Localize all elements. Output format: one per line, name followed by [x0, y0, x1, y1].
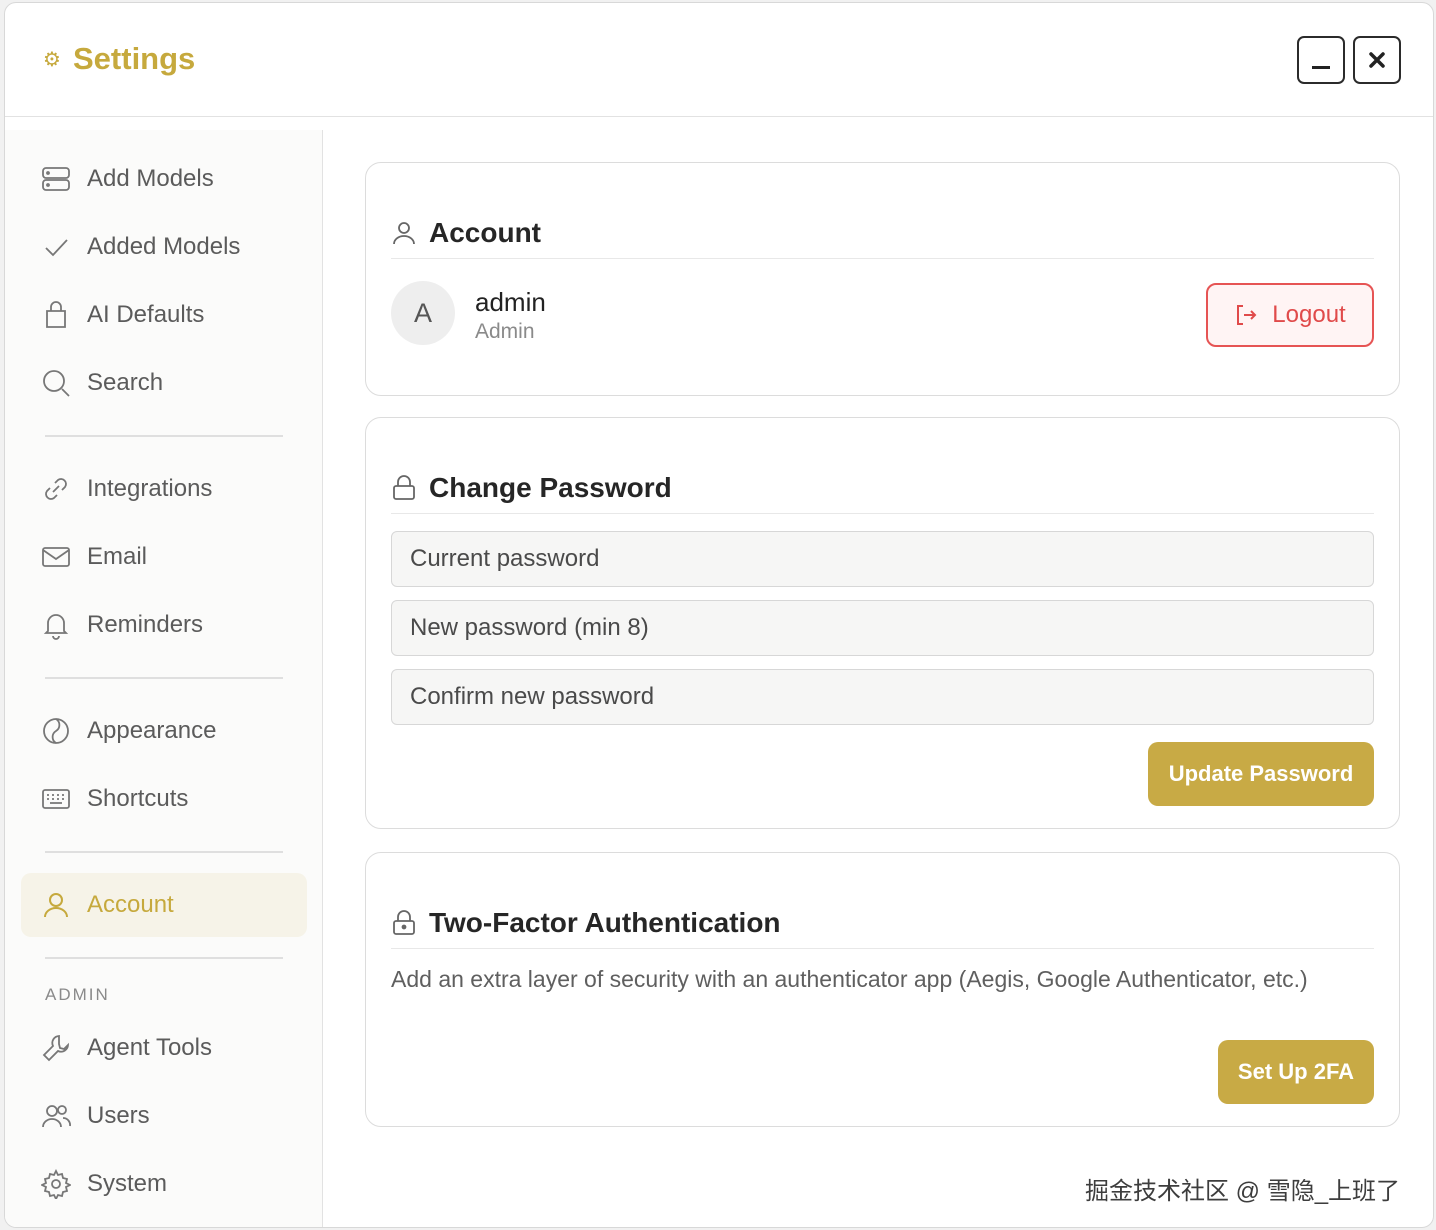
current-password-input[interactable] [391, 531, 1374, 587]
admin-section-label: ADMIN [45, 985, 110, 1004]
sidebar-item-label: Email [87, 543, 148, 570]
sidebar-item-label: Users [87, 1102, 150, 1129]
sidebar-item-system[interactable]: System [21, 1152, 307, 1216]
sidebar-item-added-models[interactable]: Added Models [21, 215, 307, 279]
two-factor-title: Two-Factor Authentication [429, 906, 781, 938]
change-password-card: Change Password Update Password [365, 417, 1400, 829]
users-icon [42, 1105, 71, 1128]
sidebar-divider [45, 851, 283, 853]
gear-icon: ⚙ [43, 48, 61, 71]
logout-label: Logout [1272, 301, 1346, 328]
sidebar-item-label: AI Defaults [87, 301, 205, 328]
new-password-input[interactable] [391, 600, 1374, 656]
logout-button[interactable]: Logout [1206, 283, 1374, 347]
sidebar-item-label: Integrations [87, 475, 213, 502]
bag-icon [46, 301, 66, 328]
window-header: ⚙ Settings [5, 3, 1433, 117]
wrench-icon [42, 1035, 70, 1062]
gear-icon [41, 1169, 71, 1199]
sidebar-item-reminders[interactable]: Reminders [21, 593, 307, 657]
settings-window: ⚙ Settings Add Models Added Models AI De… [4, 2, 1434, 1228]
change-password-header: Change Password [391, 462, 1374, 514]
sidebar-item-add-models[interactable]: Add Models [21, 147, 307, 211]
username: admin [475, 287, 546, 317]
user-icon [44, 893, 68, 918]
sidebar-item-agent-tools[interactable]: Agent Tools [21, 1016, 307, 1080]
confirm-password-input[interactable] [391, 669, 1374, 725]
sidebar-item-shortcuts[interactable]: Shortcuts [21, 767, 307, 831]
bell-icon [43, 614, 69, 640]
search-icon [43, 370, 70, 397]
server-icon [42, 167, 70, 191]
sidebar: Add Models Added Models AI Defaults Sear… [5, 130, 323, 1227]
sidebar-item-label: Account [87, 891, 174, 918]
window-title: ⚙ Settings [41, 41, 195, 77]
sidebar-item-users[interactable]: Users [21, 1084, 307, 1148]
change-password-title: Change Password [429, 471, 672, 503]
sidebar-divider [45, 957, 283, 959]
mail-icon [42, 547, 70, 567]
account-card-header: Account [391, 207, 1374, 259]
keyboard-icon [42, 789, 70, 809]
sidebar-item-label: Search [87, 369, 164, 396]
sidebar-divider [45, 435, 283, 437]
window-title-text: Settings [73, 41, 196, 76]
sidebar-divider [45, 677, 283, 679]
sidebar-item-label: Add Models [87, 165, 214, 192]
lock-icon [393, 474, 415, 500]
palette-icon [43, 718, 69, 744]
lock-icon [393, 909, 415, 935]
account-card: Account A admin Admin Logout [365, 162, 1400, 396]
sidebar-item-label: Reminders [87, 611, 204, 638]
logout-icon [1237, 305, 1257, 325]
two-factor-description: Add an extra layer of security with an a… [391, 966, 1308, 992]
sidebar-item-label: Added Models [87, 233, 241, 260]
setup-2fa-button[interactable]: Set Up 2FA [1218, 1040, 1374, 1104]
check-icon [45, 239, 68, 257]
watermark: 掘金技术社区 @ 雪隐_上班了 [1085, 1178, 1401, 1205]
close-button[interactable] [1353, 36, 1401, 84]
sidebar-item-integrations[interactable]: Integrations [21, 457, 307, 521]
sidebar-item-appearance[interactable]: Appearance [21, 699, 307, 763]
two-factor-card: Two-Factor Authentication Add an extra l… [365, 852, 1400, 1127]
sidebar-item-label: Agent Tools [87, 1034, 212, 1061]
user-icon [393, 221, 415, 244]
avatar: A [391, 281, 455, 345]
sidebar-item-ai-defaults[interactable]: AI Defaults [21, 283, 307, 347]
sidebar-item-label: Shortcuts [87, 785, 189, 812]
sidebar-item-label: System [87, 1170, 168, 1197]
sidebar-item-email[interactable]: Email [21, 525, 307, 589]
close-icon [1369, 52, 1385, 68]
user-role: Admin [475, 320, 535, 343]
update-password-button[interactable]: Update Password [1148, 742, 1374, 806]
minimize-button[interactable] [1297, 36, 1345, 84]
link-icon [45, 478, 67, 500]
sidebar-item-account[interactable]: Account [21, 873, 307, 937]
sidebar-item-label: Appearance [87, 717, 217, 744]
minimize-icon [1312, 65, 1330, 69]
sidebar-item-search[interactable]: Search [21, 351, 307, 415]
account-title: Account [429, 216, 541, 248]
two-factor-header: Two-Factor Authentication [391, 897, 1374, 949]
